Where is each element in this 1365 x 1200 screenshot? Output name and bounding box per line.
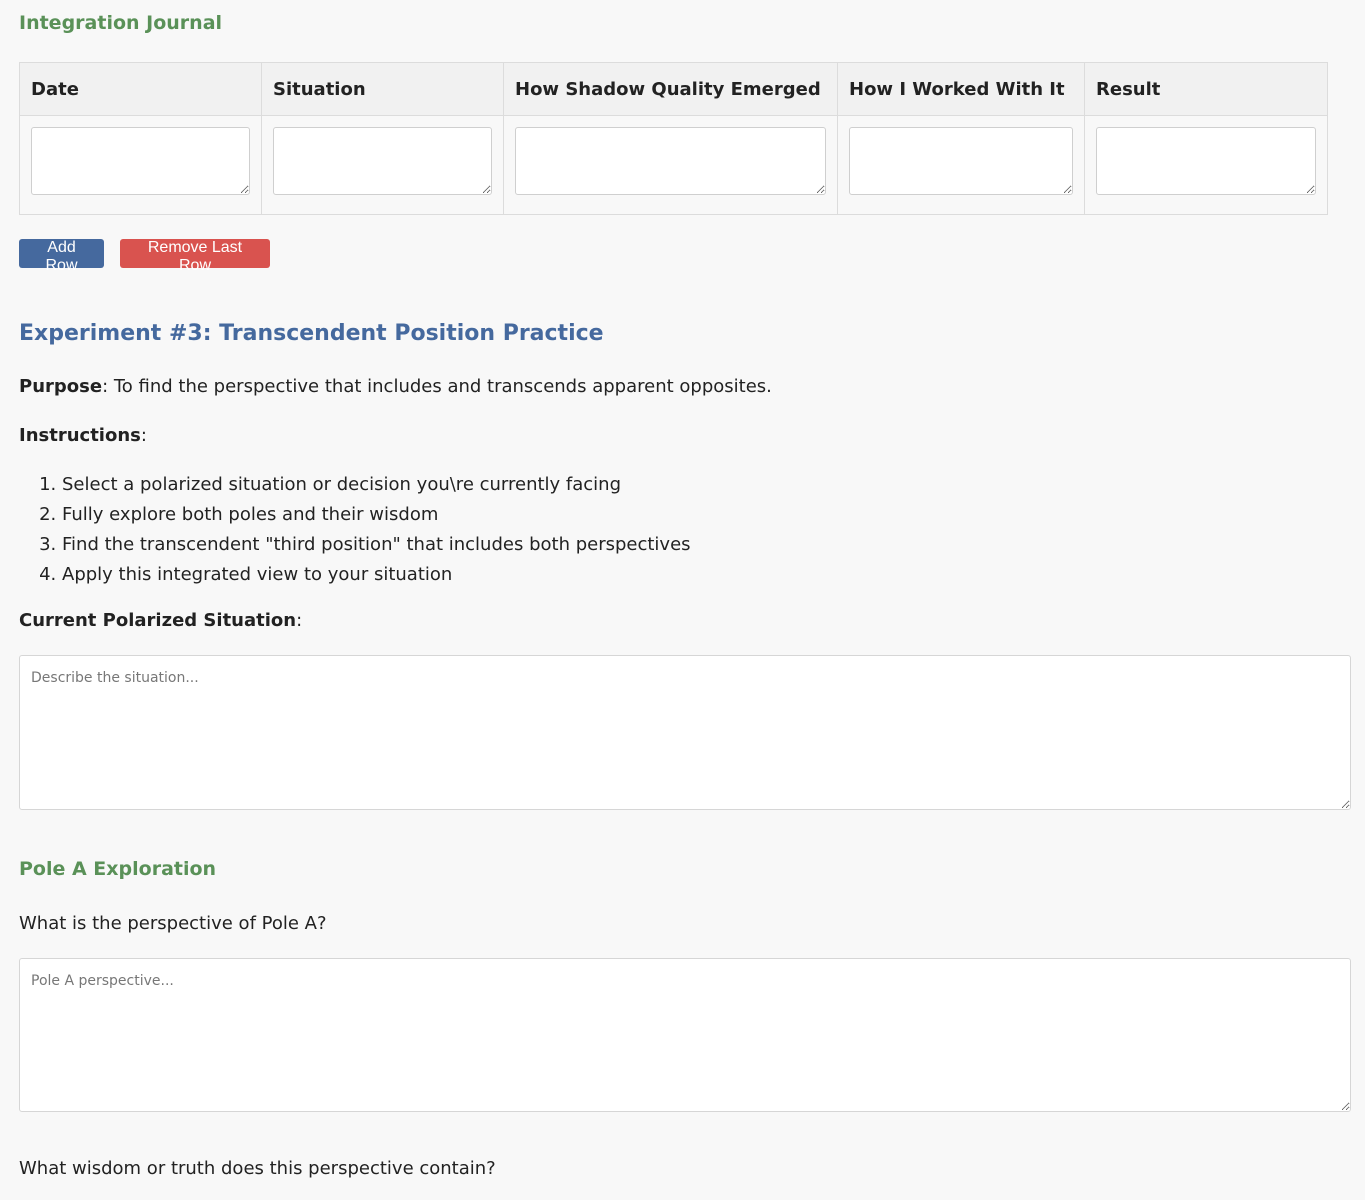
column-header-situation: Situation <box>261 62 504 116</box>
list-item: Select a polarized situation or decision… <box>62 473 691 503</box>
instruction-steps: Select a polarized situation or decision… <box>19 473 691 593</box>
column-header-worked-with: How I Worked With It <box>837 62 1085 116</box>
shadow-emerged-input[interactable] <box>515 127 826 195</box>
add-row-button[interactable]: Add Row <box>19 239 104 274</box>
pole-a-input[interactable] <box>19 958 1351 1112</box>
date-input[interactable] <box>31 127 250 195</box>
journal-table: Date Situation How Shadow Quality Emerge… <box>19 62 1328 215</box>
table-row <box>19 115 1328 215</box>
situation-suffix: : <box>296 610 303 631</box>
wisdom-question: What wisdom or truth does this perspecti… <box>19 1158 496 1179</box>
instructions-label: Instructions <box>19 425 141 446</box>
situation-heading: Current Polarized Situation: <box>19 610 302 631</box>
purpose-text: : To find the perspective that includes … <box>102 376 772 397</box>
table-cell <box>19 115 262 215</box>
table-header-row: Date Situation How Shadow Quality Emerge… <box>19 62 1328 116</box>
list-item: Apply this integrated view to your situa… <box>62 563 691 593</box>
list-item: Find the transcendent "third position" t… <box>62 533 691 563</box>
journal-title: Integration Journal <box>19 12 223 34</box>
pole-a-question: What is the perspective of Pole A? <box>19 913 327 934</box>
pole-a-title: Pole A Exploration <box>19 858 217 880</box>
instructions-heading: Instructions: <box>19 425 147 446</box>
column-header-shadow-emerged: How Shadow Quality Emerged <box>503 62 838 116</box>
list-item: Fully explore both poles and their wisdo… <box>62 503 691 533</box>
table-cell <box>1084 115 1328 215</box>
instructions-suffix: : <box>140 425 147 446</box>
table-cell <box>837 115 1085 215</box>
situation-input[interactable] <box>19 655 1351 810</box>
worked-with-input[interactable] <box>849 127 1073 195</box>
purpose-paragraph: Purpose: To find the perspective that in… <box>19 376 772 397</box>
situation-cell-input[interactable] <box>273 127 492 195</box>
experiment-title: Experiment #3: Transcendent Position Pra… <box>19 321 604 346</box>
table-cell <box>261 115 504 215</box>
purpose-label: Purpose <box>19 376 103 397</box>
situation-label: Current Polarized Situation <box>19 610 297 631</box>
remove-last-row-button[interactable]: Remove Last Row <box>120 239 270 274</box>
result-input[interactable] <box>1096 127 1316 195</box>
table-cell <box>503 115 838 215</box>
column-header-result: Result <box>1084 62 1328 116</box>
column-header-date: Date <box>19 62 262 116</box>
